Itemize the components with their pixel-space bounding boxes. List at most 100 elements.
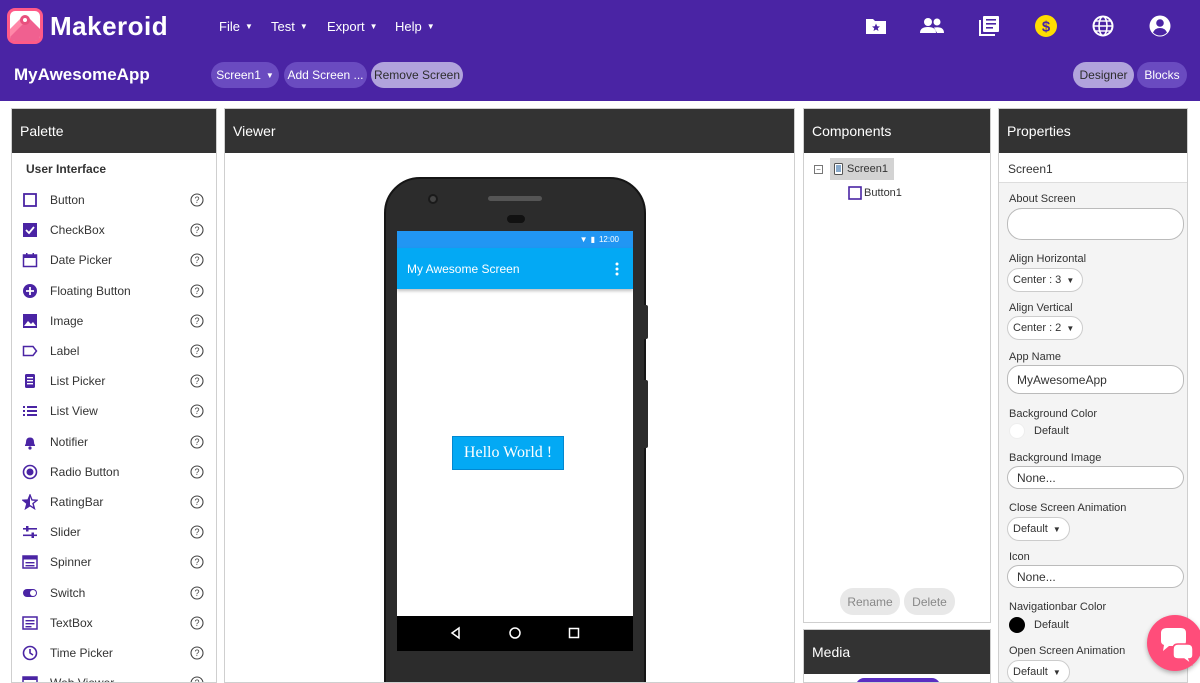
palette-item-label: Notifier — [50, 434, 89, 449]
back-icon[interactable] — [449, 626, 463, 640]
menu-file[interactable]: File ▼ — [219, 19, 253, 34]
blocks-button[interactable]: Blocks — [1137, 62, 1187, 88]
palette-item-label: List Picker — [50, 374, 106, 389]
help-icon[interactable]: ? — [190, 525, 204, 539]
palette-item[interactable]: Label? — [12, 336, 216, 366]
svg-text:?: ? — [194, 316, 199, 326]
palette-item[interactable]: CheckBox? — [12, 215, 216, 245]
menu-test[interactable]: Test ▼ — [271, 19, 308, 34]
open-animation-label: Open Screen Animation — [1009, 645, 1126, 657]
close-animation-select[interactable]: Default ▼ — [1007, 517, 1070, 541]
radio-icon — [22, 464, 38, 480]
app-name-input[interactable]: MyAwesomeApp — [1007, 365, 1184, 394]
menu-help[interactable]: Help ▼ — [395, 19, 435, 34]
remove-screen-button[interactable]: Remove Screen — [371, 62, 463, 88]
palette-item-label: Radio Button — [50, 464, 120, 479]
svg-text:?: ? — [194, 437, 199, 447]
help-icon[interactable]: ? — [190, 676, 204, 683]
chat-icon — [1161, 628, 1194, 667]
add-screen-button[interactable]: Add Screen ... — [284, 62, 367, 88]
help-icon[interactable]: ? — [190, 435, 204, 449]
svg-text:?: ? — [194, 678, 199, 683]
delete-button[interactable]: Delete — [904, 588, 955, 615]
palette-item[interactable]: Spinner? — [12, 547, 216, 577]
palette-item[interactable]: Time Picker? — [12, 638, 216, 668]
help-icon[interactable]: ? — [190, 646, 204, 660]
help-icon[interactable]: ? — [190, 253, 204, 267]
palette-item-label: Web Viewer — [50, 676, 114, 682]
palette-category[interactable]: User Interface — [12, 153, 216, 185]
recents-icon[interactable] — [567, 626, 581, 640]
palette-item[interactable]: List View? — [12, 396, 216, 426]
background-image-input[interactable]: None... — [1007, 466, 1184, 489]
tree-item-button1[interactable]: Button1 — [848, 186, 902, 200]
close-animation-label: Close Screen Animation — [1009, 502, 1127, 514]
help-icon[interactable]: ? — [190, 284, 204, 298]
coin-icon[interactable]: $ — [1033, 13, 1059, 39]
svg-text:?: ? — [194, 497, 199, 507]
media-title: Media — [804, 630, 990, 674]
chat-support-button[interactable] — [1147, 615, 1200, 671]
menu-file-label: File — [219, 19, 240, 34]
svg-text:$: $ — [1042, 19, 1051, 36]
palette-item-label: Floating Button — [50, 283, 131, 298]
viewer-panel: Viewer ▼ ▮ 12:00 My Awesome Screen Hello… — [224, 108, 795, 683]
open-animation-select[interactable]: Default ▼ — [1007, 660, 1070, 682]
brand[interactable]: Makeroid — [6, 7, 168, 45]
hello-world-button[interactable]: Hello World ! — [452, 436, 564, 470]
palette-item[interactable]: TextBox? — [12, 608, 216, 638]
help-icon[interactable]: ? — [190, 374, 204, 388]
palette-item[interactable]: Slider? — [12, 517, 216, 547]
screen-select[interactable]: Screen1 ▼ — [211, 62, 279, 88]
palette-item[interactable]: Web Viewer? — [12, 668, 216, 683]
palette-item[interactable]: Floating Button? — [12, 276, 216, 306]
palette-item[interactable]: Image? — [12, 306, 216, 336]
rename-button[interactable]: Rename — [840, 588, 900, 615]
align-horizontal-value: Center : 3 — [1013, 274, 1062, 286]
home-icon[interactable] — [508, 626, 522, 640]
palette-item-label: Date Picker — [50, 253, 113, 268]
palette-item[interactable]: List Picker? — [12, 366, 216, 396]
palette-item-label: Switch — [50, 585, 86, 600]
menu-export[interactable]: Export ▼ — [327, 19, 378, 34]
svg-text:?: ? — [194, 588, 199, 598]
globe-icon[interactable] — [1090, 13, 1116, 39]
help-icon[interactable]: ? — [190, 404, 204, 418]
help-icon[interactable]: ? — [190, 314, 204, 328]
upload-file-button[interactable] — [856, 678, 940, 682]
help-icon[interactable]: ? — [190, 193, 204, 207]
navbar-color-swatch[interactable] — [1009, 617, 1025, 633]
tree-item-screen1[interactable]: Screen1 — [830, 158, 894, 180]
background-color-swatch[interactable] — [1009, 423, 1025, 439]
palette-item[interactable]: Switch? — [12, 578, 216, 608]
align-horizontal-select[interactable]: Center : 3 ▼ — [1007, 268, 1084, 292]
collapse-icon[interactable]: − — [814, 165, 823, 174]
help-icon[interactable]: ? — [190, 465, 204, 479]
account-icon[interactable] — [1147, 13, 1173, 39]
caret-down-icon: ▼ — [265, 70, 274, 80]
help-icon[interactable]: ? — [190, 344, 204, 358]
phone-screen[interactable]: ▼ ▮ 12:00 My Awesome Screen Hello World … — [397, 231, 633, 651]
icon-input[interactable]: None... — [1007, 565, 1184, 588]
about-screen-textarea[interactable] — [1007, 208, 1184, 240]
designer-button[interactable]: Designer — [1073, 62, 1134, 88]
palette-item[interactable]: Radio Button? — [12, 457, 216, 487]
folder-star-icon[interactable] — [863, 13, 889, 39]
switch-icon — [23, 588, 37, 597]
gallery-icon[interactable] — [976, 13, 1002, 39]
help-icon[interactable]: ? — [190, 616, 204, 630]
screen-title: My Awesome Screen — [407, 261, 520, 276]
palette-item-label: Slider — [50, 525, 81, 540]
help-icon[interactable]: ? — [190, 495, 204, 509]
help-icon[interactable]: ? — [190, 586, 204, 600]
help-icon[interactable]: ? — [190, 223, 204, 237]
palette-item[interactable]: Button? — [12, 185, 216, 215]
palette-item[interactable]: RatingBar? — [12, 487, 216, 517]
help-icon[interactable]: ? — [190, 555, 204, 569]
palette-item[interactable]: Date Picker? — [12, 245, 216, 275]
users-icon[interactable] — [919, 13, 945, 39]
align-vertical-select[interactable]: Center : 2 ▼ — [1007, 316, 1084, 340]
palette-item[interactable]: Notifier? — [12, 427, 216, 457]
more-vert-icon[interactable] — [615, 262, 619, 276]
caret-down-icon: ▼ — [369, 22, 378, 31]
